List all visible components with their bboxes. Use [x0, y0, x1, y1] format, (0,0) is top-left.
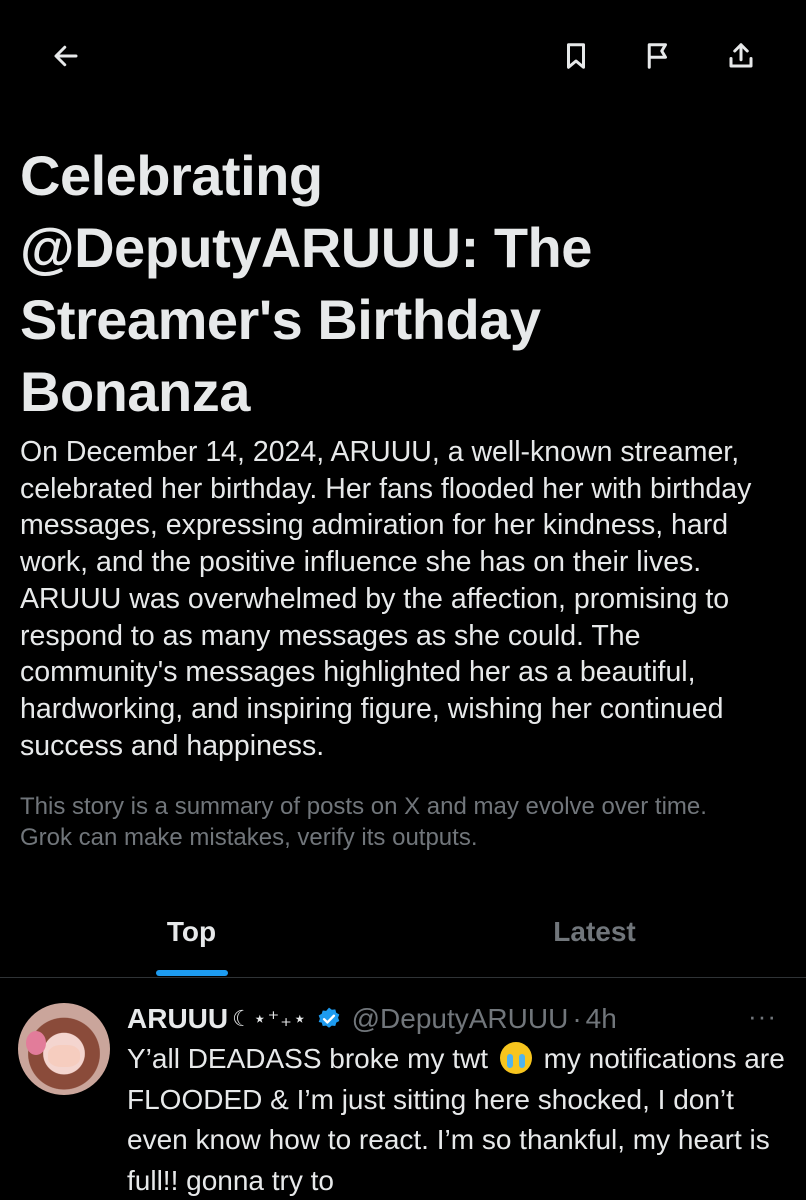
post-header: ARUUU ☾⋆⁺₊⋆ @DeputyARUUU · 4h	[127, 999, 617, 1039]
share-icon	[729, 43, 753, 68]
tab-latest[interactable]: Latest	[403, 900, 786, 978]
flag-icon	[647, 43, 667, 69]
post-text-part1: Y’all DEADASS broke my twt	[127, 1043, 488, 1074]
verified-badge-icon	[318, 1007, 339, 1028]
display-name[interactable]: ARUUU	[127, 1003, 228, 1035]
arrow-left-icon	[54, 45, 78, 67]
story-headline: Celebrating @DeputyARUUU: The Streamer's…	[20, 144, 592, 423]
share-button[interactable]	[719, 34, 763, 78]
post-text: Y’all DEADASS broke my twt my notificati…	[127, 1039, 787, 1200]
bookmark-button[interactable]	[554, 34, 598, 78]
top-toolbar	[0, 0, 806, 110]
grok-disclaimer: This story is a summary of posts on X an…	[20, 793, 707, 851]
back-button[interactable]	[44, 34, 88, 78]
story-summary: On December 14, 2024, ARUUU, a well-know…	[20, 436, 752, 762]
avatar[interactable]	[18, 1003, 110, 1095]
post-time[interactable]: 4h	[586, 1003, 617, 1035]
more-options-icon[interactable]: ···	[748, 1001, 777, 1032]
tab-top[interactable]: Top	[0, 900, 383, 978]
post-card[interactable]: ARUUU ☾⋆⁺₊⋆ @DeputyARUUU · 4h ··· Y’all …	[0, 979, 806, 1200]
loudly-crying-face-icon	[499, 1042, 532, 1074]
separator-dot: ·	[572, 1003, 582, 1034]
tab-latest-label: Latest	[553, 916, 636, 947]
name-decoration: ☾⋆⁺₊⋆	[232, 1006, 308, 1031]
bookmark-icon	[567, 43, 585, 69]
tab-top-label: Top	[166, 916, 217, 947]
user-handle[interactable]: @DeputyARUUU	[352, 1003, 569, 1035]
report-button[interactable]	[636, 34, 680, 78]
active-tab-indicator	[156, 970, 228, 976]
post-tabs: Top Latest	[0, 900, 806, 978]
